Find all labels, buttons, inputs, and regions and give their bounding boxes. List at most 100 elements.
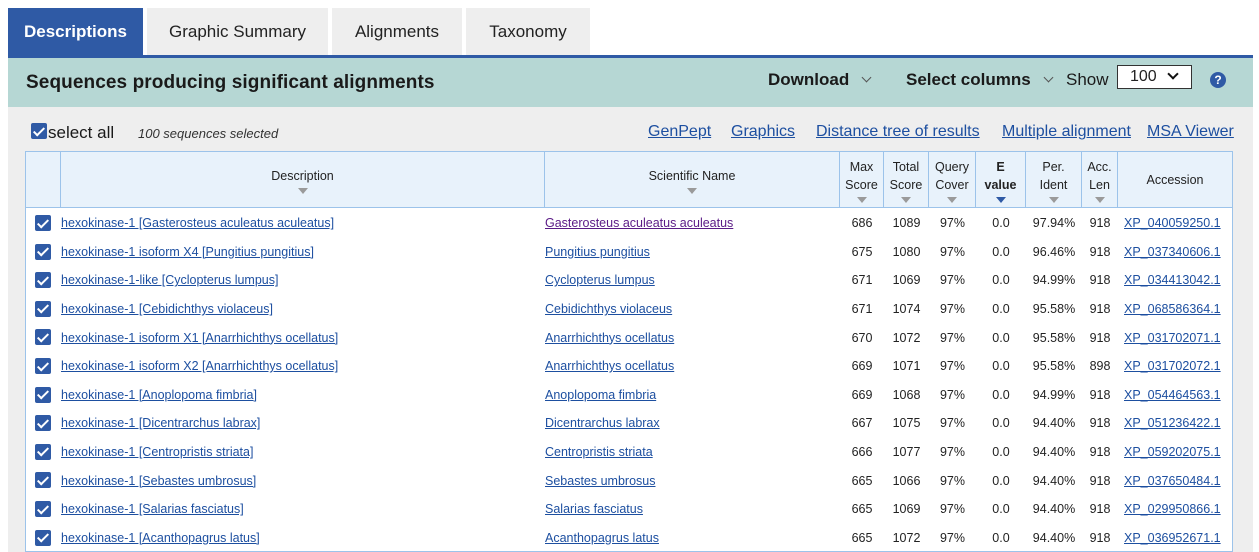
- header-query-cover[interactable]: Query Cover: [929, 152, 976, 208]
- row-checkbox[interactable]: [35, 443, 51, 460]
- msa-viewer-link[interactable]: MSA Viewer: [1147, 123, 1234, 141]
- genpept-link[interactable]: GenPept: [648, 123, 711, 141]
- accession-link[interactable]: XP_037340606.1: [1124, 245, 1221, 259]
- multiple-alignment-link[interactable]: Multiple alignment: [1002, 123, 1131, 141]
- row-checkbox[interactable]: [35, 415, 51, 432]
- per-ident-cell: 94.40%: [1026, 524, 1082, 552]
- row-checkbox[interactable]: [35, 272, 51, 289]
- total-score: 1072: [892, 530, 921, 545]
- query-cover: 97%: [939, 302, 966, 317]
- accession-link[interactable]: XP_040059250.1: [1124, 216, 1221, 230]
- row-checkbox[interactable]: [35, 358, 51, 374]
- scientific-name-link[interactable]: Pungitius pungitius: [545, 245, 650, 259]
- scientific-name-link[interactable]: Anarrhichthys ocellatus: [545, 331, 674, 345]
- distance-tree-link[interactable]: Distance tree of results: [816, 123, 980, 141]
- row-checkbox[interactable]: [35, 501, 51, 517]
- graphics-link[interactable]: Graphics: [731, 123, 795, 141]
- header-total-score[interactable]: Total Score: [884, 152, 929, 208]
- accession-link[interactable]: XP_036952671.1: [1124, 531, 1221, 545]
- show-count-select[interactable]: 100: [1117, 65, 1192, 89]
- accession-link[interactable]: XP_051236422.1: [1124, 416, 1221, 430]
- max-score: 670: [851, 330, 873, 345]
- scientific-name-link[interactable]: Acanthopagrus latus: [545, 531, 659, 545]
- description-link[interactable]: hexokinase-1 [Dicentrarchus labrax]: [61, 416, 260, 430]
- description-link[interactable]: hexokinase-1 [Sebastes umbrosus]: [61, 474, 256, 488]
- accession-link[interactable]: XP_037650484.1: [1124, 474, 1221, 488]
- row-checkbox[interactable]: [35, 329, 51, 346]
- scientific-name-link[interactable]: Cebidichthys violaceus: [545, 302, 672, 316]
- scientific-name-link[interactable]: Dicentrarchus labrax: [545, 416, 660, 430]
- scientific-name-link-cell: Centropristis striata: [545, 438, 653, 467]
- sort-icon: [901, 196, 911, 203]
- scientific-name-link[interactable]: Centropristis striata: [545, 445, 653, 459]
- help-icon[interactable]: ?: [1210, 72, 1226, 88]
- max-score: 665: [851, 502, 873, 517]
- scientific-name-link[interactable]: Sebastes umbrosus: [545, 474, 655, 488]
- row-checkbox[interactable]: [35, 386, 51, 403]
- accession-link[interactable]: XP_059202075.1: [1124, 445, 1221, 459]
- e-value: 0.0: [992, 416, 1010, 431]
- scientific-name-link[interactable]: Anoplopoma fimbria: [545, 388, 656, 402]
- header-scientific-name[interactable]: Scientific Name: [545, 152, 840, 208]
- description-link[interactable]: hexokinase-1 [Acanthopagrus latus]: [61, 531, 260, 545]
- total-score: 1069: [892, 502, 921, 517]
- accession-link[interactable]: XP_031702071.1: [1124, 331, 1221, 345]
- e-value-cell: 0.0: [976, 266, 1026, 295]
- header-description[interactable]: Description: [61, 152, 545, 208]
- accession-link-cell: XP_034413042.1: [1124, 266, 1221, 295]
- scientific-name-link[interactable]: Gasterosteus aculeatus aculeatus: [545, 216, 733, 230]
- row-checkbox[interactable]: [35, 529, 51, 546]
- description-link[interactable]: hexokinase-1 isoform X1 [Anarrhichthys o…: [61, 331, 338, 345]
- query-cover-cell: 97%: [929, 409, 976, 438]
- tab-taxonomy[interactable]: Taxonomy: [466, 8, 590, 56]
- row-checkbox[interactable]: [35, 300, 51, 317]
- total-score: 1074: [892, 302, 921, 317]
- query-cover-cell: 97%: [929, 438, 976, 467]
- description-link-cell: hexokinase-1 [Centropristis striata]: [61, 438, 253, 467]
- select-all-checkbox[interactable]: [31, 123, 47, 139]
- header-max-score[interactable]: Max Score: [840, 152, 884, 208]
- accession-link[interactable]: XP_029950866.1: [1124, 502, 1221, 516]
- accession-link[interactable]: XP_034413042.1: [1124, 273, 1221, 287]
- e-value-cell: 0.0: [976, 381, 1026, 410]
- description-link[interactable]: hexokinase-1 isoform X2 [Anarrhichthys o…: [61, 359, 338, 373]
- query-cover: 97%: [939, 445, 966, 460]
- header-e-value[interactable]: Evalue: [976, 152, 1026, 208]
- per-ident: 94.99%: [1032, 273, 1076, 288]
- accession-link[interactable]: XP_068586364.1: [1124, 302, 1221, 316]
- description-link[interactable]: hexokinase-1 isoform X4 [Pungitius pungi…: [61, 245, 314, 259]
- tab-descriptions[interactable]: Descriptions: [8, 8, 143, 56]
- scientific-name-link[interactable]: Cyclopterus lumpus: [545, 273, 655, 287]
- select-columns-menu[interactable]: Select columns: [906, 70, 1054, 90]
- accession-link[interactable]: XP_054464563.1: [1124, 388, 1221, 402]
- e-value: 0.0: [992, 502, 1010, 517]
- tab-graphic-summary[interactable]: Graphic Summary: [147, 8, 328, 56]
- max-score: 669: [851, 387, 873, 402]
- download-menu[interactable]: Download: [768, 70, 872, 90]
- description-link[interactable]: hexokinase-1 [Gasterosteus aculeatus acu…: [61, 216, 334, 230]
- scientific-name-link[interactable]: Salarias fasciatus: [545, 502, 643, 516]
- header-acc-len[interactable]: Acc. Len: [1082, 152, 1118, 208]
- description-link[interactable]: hexokinase-1 [Cebidichthys violaceus]: [61, 302, 273, 316]
- description-link[interactable]: hexokinase-1 [Anoplopoma fimbria]: [61, 388, 257, 402]
- query-cover-cell: 97%: [929, 209, 976, 238]
- max-score-cell: 665: [840, 524, 884, 552]
- total-score-cell: 1068: [884, 381, 929, 410]
- acc-len: 918: [1089, 244, 1111, 259]
- table-row: hexokinase-1 [Centropristis striata] Cent…: [26, 438, 1232, 467]
- row-checkbox[interactable]: [35, 215, 51, 231]
- description-link[interactable]: hexokinase-1-like [Cyclopterus lumpus]: [61, 273, 278, 287]
- scientific-name-link[interactable]: Anarrhichthys ocellatus: [545, 359, 674, 373]
- accession-link-cell: XP_029950866.1: [1124, 495, 1221, 524]
- tab-alignments[interactable]: Alignments: [332, 8, 462, 56]
- description-link[interactable]: hexokinase-1 [Centropristis striata]: [61, 445, 253, 459]
- header-per-ident[interactable]: Per. Ident: [1026, 152, 1082, 208]
- description-link[interactable]: hexokinase-1 [Salarias fasciatus]: [61, 502, 244, 516]
- accession-link[interactable]: XP_031702072.1: [1124, 359, 1221, 373]
- header-accession[interactable]: Accession: [1118, 152, 1232, 208]
- row-checkbox[interactable]: [35, 243, 51, 260]
- acc-len-cell: 918: [1082, 209, 1118, 238]
- row-checkbox[interactable]: [35, 472, 51, 489]
- select-all-label[interactable]: select all: [48, 123, 114, 143]
- per-ident: 94.99%: [1032, 387, 1076, 402]
